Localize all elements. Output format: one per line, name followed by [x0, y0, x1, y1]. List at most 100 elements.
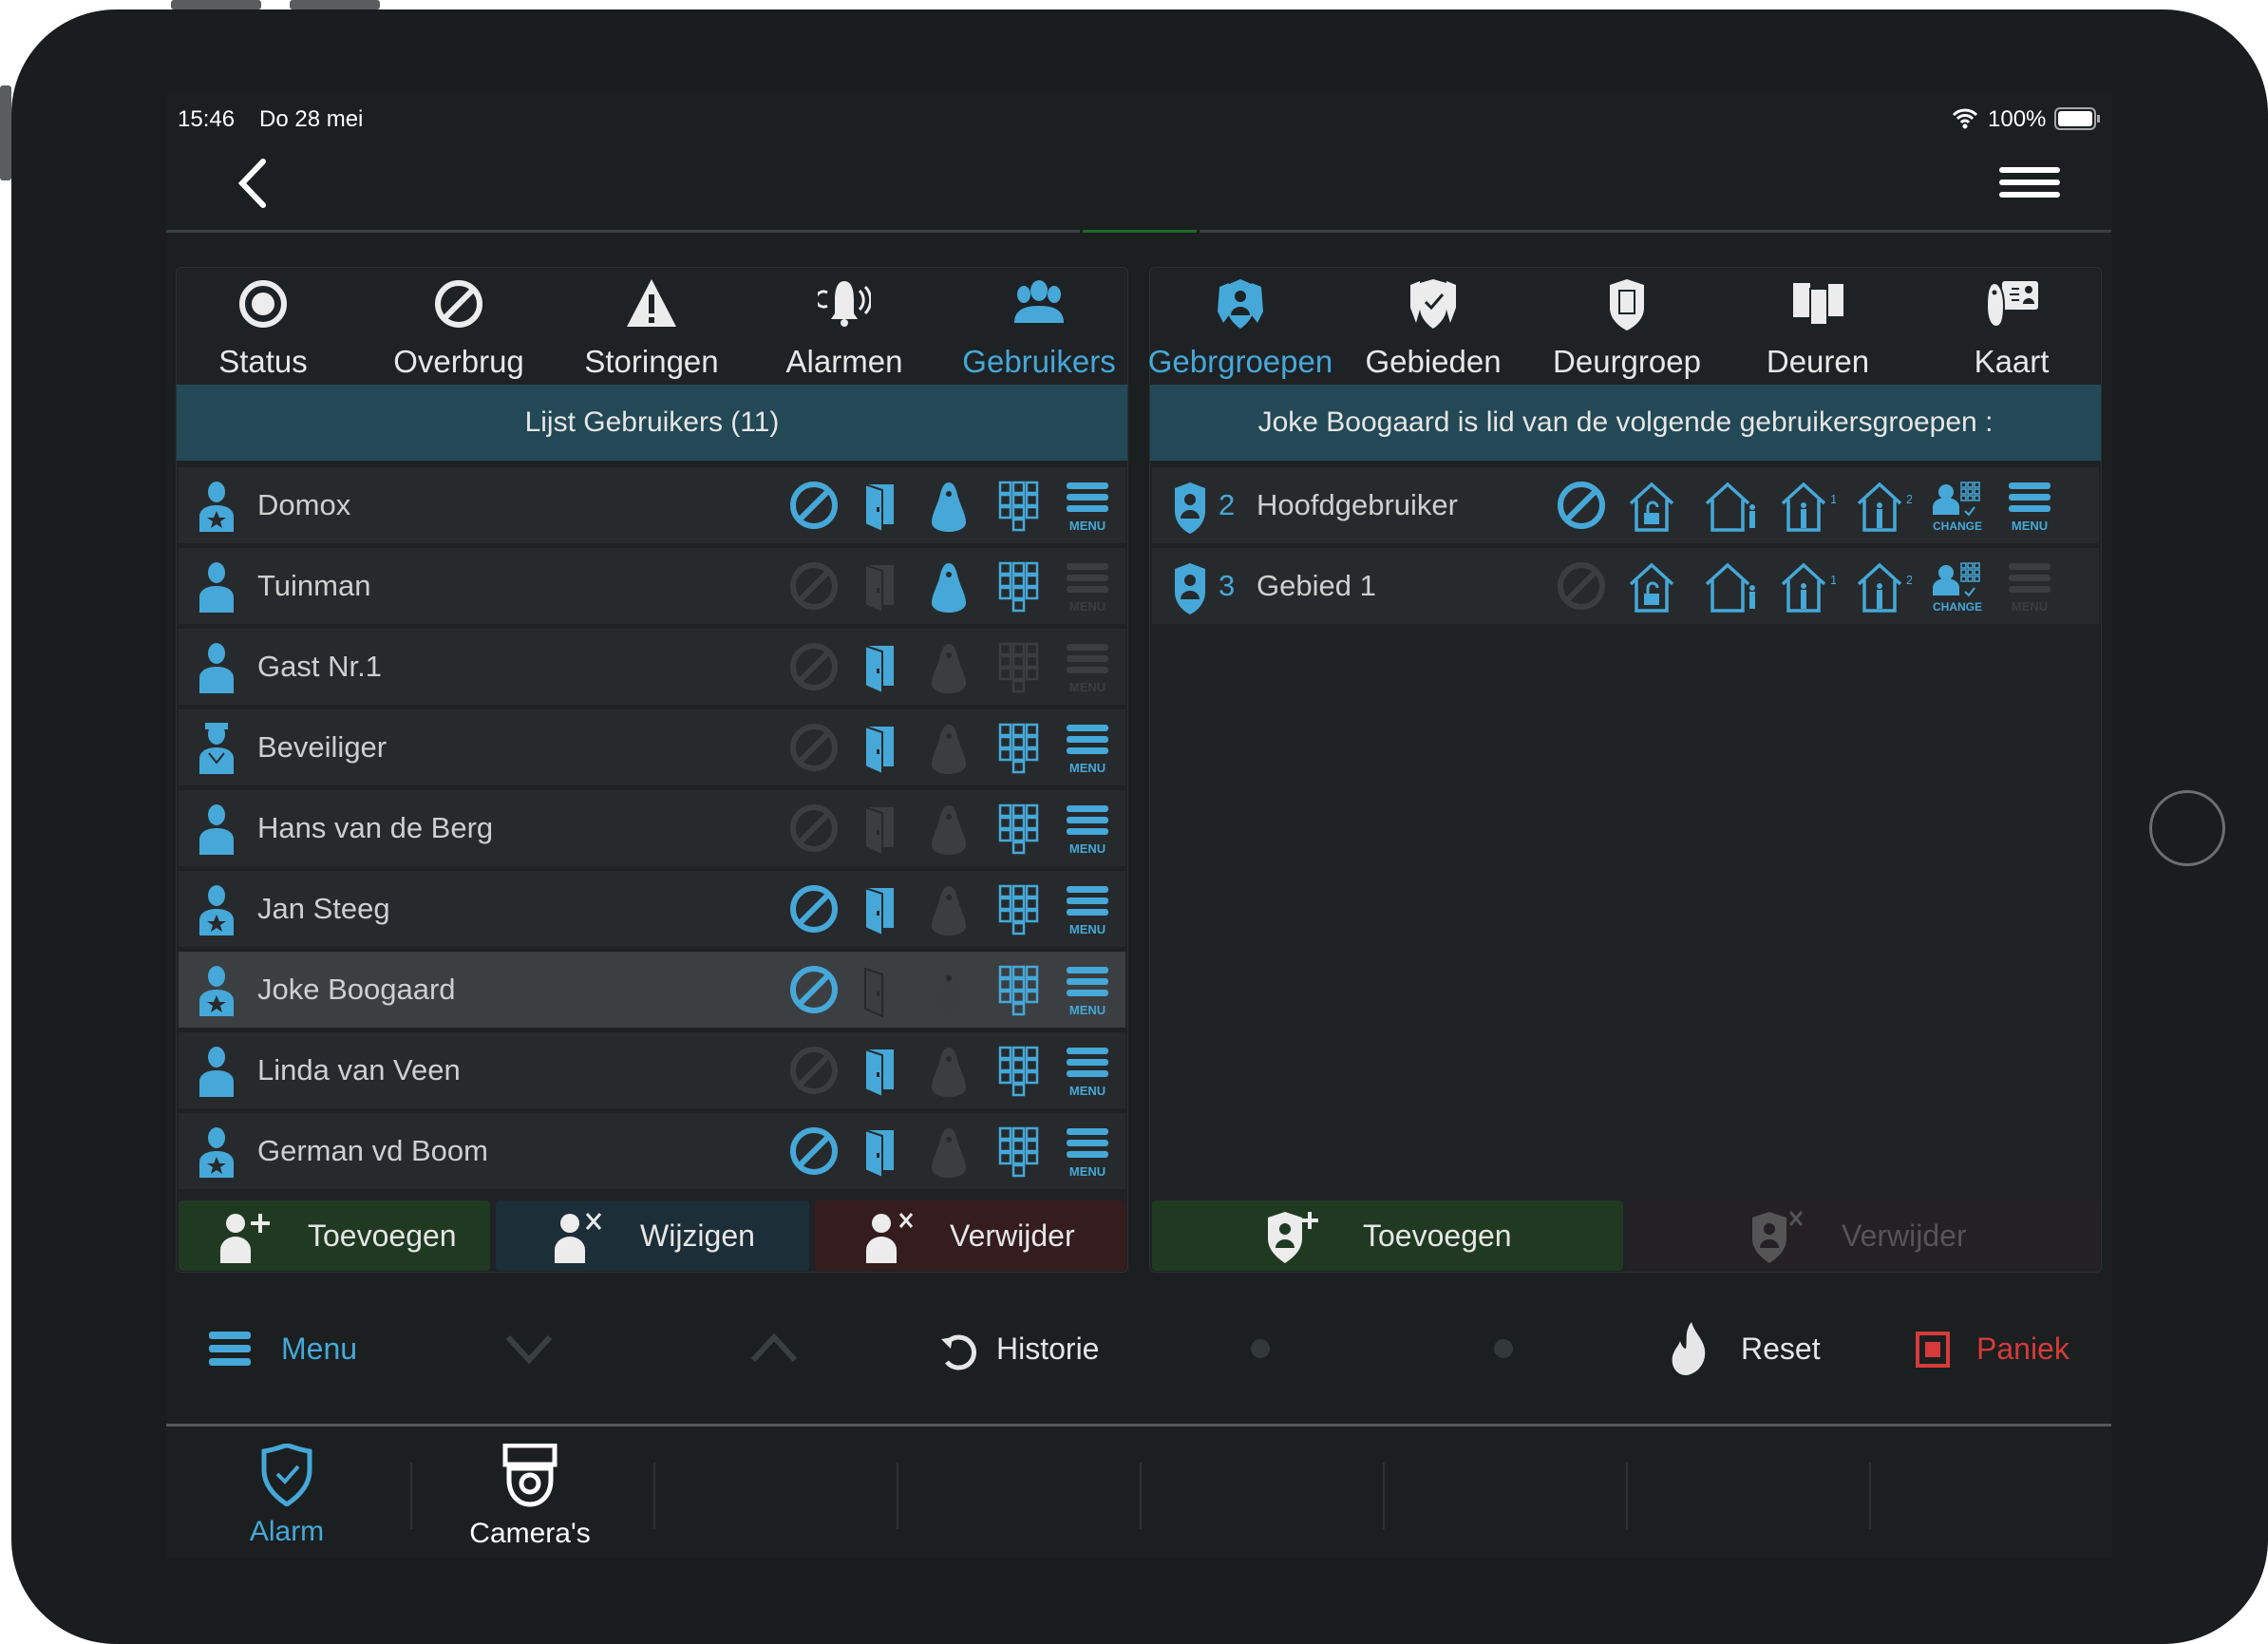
back-button[interactable] — [235, 158, 269, 209]
user-name: Domox — [257, 467, 350, 543]
bypass-toggle-icon[interactable] — [789, 965, 839, 1014]
bypass-toggle-icon[interactable] — [789, 1046, 839, 1095]
door-access-icon[interactable] — [860, 642, 899, 695]
group-row[interactable]: 3Gebied 112CHANGEMENU — [1152, 548, 2099, 624]
tab-status[interactable]: Status — [168, 268, 358, 382]
user-row[interactable]: Hans van de BergMENU — [179, 790, 1125, 866]
user-row[interactable]: Linda van VeenMENU — [179, 1032, 1125, 1108]
house-away-icon[interactable] — [1703, 561, 1760, 614]
door-access-icon[interactable] — [860, 1046, 899, 1099]
house-away-icon[interactable] — [1703, 481, 1760, 534]
door-access-icon[interactable] — [860, 723, 899, 776]
tab-deurgroep[interactable]: Deurgroep — [1532, 268, 1722, 382]
keypad-code-icon[interactable] — [996, 481, 1040, 534]
user-row[interactable]: Jan SteegMENU — [179, 871, 1125, 947]
door-access-icon[interactable] — [860, 803, 899, 857]
key-fob-icon[interactable] — [930, 1126, 968, 1180]
house-unlock-icon[interactable] — [1627, 561, 1676, 614]
delete-group-button[interactable]: Verwijder — [1627, 1200, 2100, 1271]
hamburger-menu-button[interactable] — [1999, 165, 2060, 201]
door-access-icon[interactable] — [860, 965, 899, 1018]
add-user-button[interactable]: Toevoegen — [179, 1200, 490, 1271]
tab-storingen[interactable]: Storingen — [557, 268, 747, 382]
user-menu-icon[interactable]: MENU — [1065, 561, 1110, 614]
keypad-code-icon[interactable] — [996, 965, 1040, 1018]
user-row[interactable]: Gast Nr.1MENU — [179, 629, 1125, 705]
house-unlock-icon[interactable] — [1627, 481, 1676, 534]
door-access-icon[interactable] — [860, 1126, 899, 1180]
key-fob-icon[interactable] — [930, 1046, 968, 1099]
user-menu-icon[interactable]: MENU — [1065, 481, 1110, 534]
door-access-icon[interactable] — [860, 561, 899, 614]
user-row[interactable]: German vd BoomMENU — [179, 1113, 1125, 1189]
bypass-toggle-icon[interactable] — [789, 884, 839, 934]
tab-gebieden[interactable]: Gebieden — [1338, 268, 1528, 382]
keypad-code-icon[interactable] — [996, 803, 1040, 857]
door-access-icon[interactable] — [860, 481, 899, 534]
user-row[interactable]: TuinmanMENU — [179, 548, 1125, 624]
user-menu-icon[interactable]: MENU — [1065, 803, 1110, 857]
flame-icon — [1671, 1322, 1709, 1375]
keypad-code-icon[interactable] — [996, 1046, 1040, 1099]
bypass-toggle-icon[interactable] — [789, 481, 839, 530]
house-partial-2-icon[interactable]: 2 — [1855, 481, 1912, 534]
chevron-up-icon[interactable] — [749, 1333, 799, 1364]
keypad-code-icon[interactable] — [996, 561, 1040, 614]
tab-alarm[interactable]: Alarm — [211, 1444, 363, 1553]
key-fob-icon[interactable] — [930, 561, 968, 614]
key-fob-icon[interactable] — [930, 481, 968, 534]
chevron-down-icon[interactable] — [504, 1333, 554, 1364]
user-row[interactable]: Joke BoogaardMENU — [179, 952, 1125, 1028]
user-menu-icon[interactable]: MENU — [1065, 1046, 1110, 1099]
key-fob-icon[interactable] — [930, 723, 968, 776]
user-menu-icon[interactable]: MENU — [1065, 1126, 1110, 1180]
keypad-code-icon[interactable] — [996, 723, 1040, 776]
group-shield-icon — [1171, 481, 1209, 534]
bypass-toggle-icon[interactable] — [789, 803, 839, 853]
user-icon — [198, 803, 236, 857]
user-row[interactable]: BeveiligerMENU — [179, 709, 1125, 785]
delete-user-button[interactable]: Verwijder — [815, 1200, 1126, 1271]
keypad-code-icon[interactable] — [996, 1126, 1040, 1180]
key-fob-icon[interactable] — [930, 803, 968, 857]
groups-panel: GebrgroepenGebiedenDeurgroepDeurenKaart … — [1149, 267, 2102, 1273]
group-menu-icon[interactable]: MENU — [2007, 561, 2052, 614]
user-menu-icon[interactable]: MENU — [1065, 642, 1110, 695]
bypass-toggle-icon[interactable] — [789, 642, 839, 691]
tab-cameras[interactable]: Camera's — [444, 1444, 615, 1553]
door-access-icon[interactable] — [860, 884, 899, 937]
tab-kaart[interactable]: Kaart — [1917, 268, 2107, 382]
user-row[interactable]: Domox MENU — [179, 467, 1125, 543]
user-menu-icon[interactable]: MENU — [1065, 884, 1110, 937]
keypad-code-icon[interactable] — [996, 642, 1040, 695]
bypass-toggle-icon[interactable] — [789, 723, 839, 772]
house-partial-1-icon[interactable]: 1 — [1779, 561, 1836, 614]
group-row[interactable]: 2Hoofdgebruiker12CHANGEMENU — [1152, 467, 2099, 543]
add-group-button[interactable]: Toevoegen — [1152, 1200, 1623, 1271]
menu-icon-label: MENU — [1069, 1164, 1106, 1179]
tab-gebrgroepen[interactable]: Gebrgroepen — [1145, 268, 1335, 382]
house-partial-1-icon[interactable]: 1 — [1779, 481, 1836, 534]
key-fob-icon[interactable] — [930, 965, 968, 1018]
house-partial-2-icon[interactable]: 2 — [1855, 561, 1912, 614]
user-icon — [198, 1046, 236, 1099]
keypad-code-icon[interactable] — [996, 884, 1040, 937]
key-fob-icon[interactable] — [930, 642, 968, 695]
volume-button — [171, 0, 261, 9]
bypass-toggle-icon[interactable] — [1557, 481, 1606, 530]
bypass-toggle-icon[interactable] — [1557, 561, 1606, 611]
key-fob-icon[interactable] — [930, 884, 968, 937]
bypass-toggle-icon[interactable] — [789, 1126, 839, 1176]
edit-user-button[interactable]: Wijzigen — [496, 1200, 809, 1271]
tab-deuren[interactable]: Deuren — [1723, 268, 1913, 382]
bypass-toggle-icon[interactable] — [789, 561, 839, 611]
home-button[interactable] — [2149, 790, 2225, 866]
user-menu-icon[interactable]: MENU — [1065, 723, 1110, 776]
group-menu-icon[interactable]: MENU — [2007, 481, 2052, 534]
change-code-icon[interactable]: CHANGE — [1933, 481, 1982, 534]
change-code-icon[interactable]: CHANGE — [1933, 561, 1982, 614]
tab-alarmen[interactable]: Alarmen — [749, 268, 939, 382]
tab-overbrug[interactable]: Overbrug — [364, 268, 554, 382]
user-menu-icon[interactable]: MENU — [1065, 965, 1110, 1018]
tab-gebruikers[interactable]: Gebruikers — [944, 268, 1134, 382]
